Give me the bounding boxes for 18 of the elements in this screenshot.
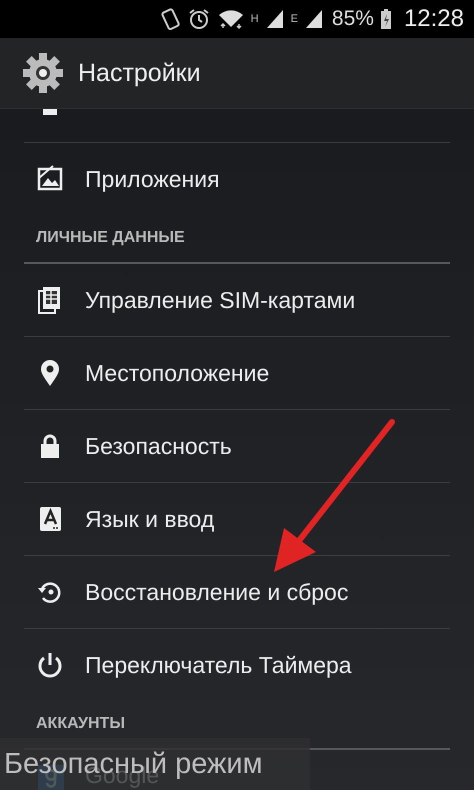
settings-icon (20, 50, 66, 96)
alarm-icon (186, 7, 211, 31)
battery-percent: 85% (332, 7, 374, 31)
screen-title: Настройки (78, 58, 201, 88)
network-type: E (290, 13, 298, 25)
settings-item[interactable]: Восстановление и сброс (85, 578, 348, 606)
settings-item[interactable]: Безопасность (85, 432, 232, 460)
settings-item[interactable]: Управление SIM-картами (85, 286, 356, 314)
settings-item[interactable]: Приложения (85, 166, 220, 192)
section-header: ЛИЧНЫЕ ДАННЫЕ (24, 215, 450, 264)
settings-item[interactable]: Местоположение (85, 360, 270, 386)
settings-item[interactable]: Переключатель Таймера (85, 652, 352, 678)
signal-icon (304, 8, 324, 30)
settings-item[interactable]: Язык и ввод (85, 506, 214, 532)
clock: 12:28 (404, 5, 464, 33)
rotation-icon (160, 7, 181, 31)
network-type: H (250, 13, 259, 25)
signal-icon (264, 8, 285, 30)
